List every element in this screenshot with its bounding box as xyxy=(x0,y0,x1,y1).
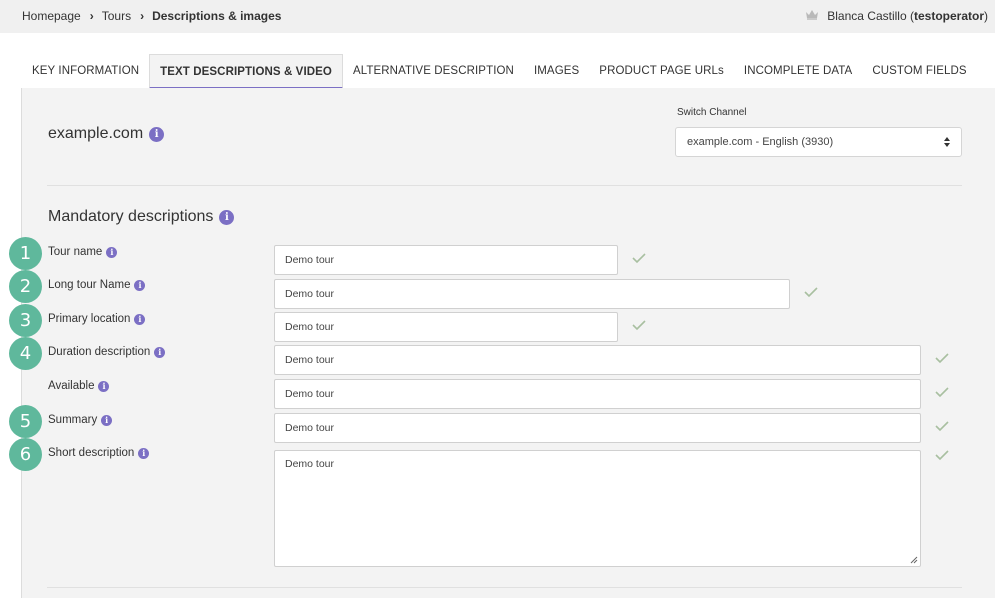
channel-select[interactable]: example.com - English (3930) xyxy=(675,127,962,157)
label-text: Available xyxy=(48,380,95,392)
checkmark-icon xyxy=(632,253,646,264)
field-label-available: Available i xyxy=(48,380,110,392)
info-icon[interactable]: i xyxy=(101,414,113,426)
chevron-right-icon: › xyxy=(140,9,145,23)
channel-site-title: example.com i xyxy=(48,125,165,143)
user-name: Blanca Castillo xyxy=(827,9,907,23)
tab-custom-fields[interactable]: CUSTOM FIELDS xyxy=(862,54,976,89)
short-description-value: Demo tour xyxy=(285,458,335,470)
tab-key-information[interactable]: KEY INFORMATION xyxy=(22,54,149,89)
info-icon[interactable]: i xyxy=(106,246,118,258)
info-icon[interactable]: i xyxy=(219,209,235,225)
info-icon[interactable]: i xyxy=(98,380,110,392)
tab-bar: KEY INFORMATION TEXT DESCRIPTIONS & VIDE… xyxy=(22,54,977,89)
info-icon[interactable]: i xyxy=(134,279,146,291)
breadcrumb-current: Descriptions & images xyxy=(152,9,282,23)
label-text: Duration description xyxy=(48,346,151,358)
label-text: Summary xyxy=(48,414,98,426)
step-badge-5: 5 xyxy=(9,405,42,438)
checkmark-icon xyxy=(935,421,949,432)
channel-select-value: example.com - English (3930) xyxy=(687,136,834,148)
label-text: Tour name xyxy=(48,246,103,258)
tab-alternative-description[interactable]: ALTERNATIVE DESCRIPTION xyxy=(343,54,524,89)
field-label-long-tour-name: Long tour Name i xyxy=(48,279,146,291)
step-badge-3: 3 xyxy=(9,304,42,337)
step-badge-4: 4 xyxy=(9,337,42,370)
divider xyxy=(47,185,962,186)
site-name: example.com xyxy=(48,125,144,142)
field-label-tour-name: Tour name i xyxy=(48,246,118,258)
section-title-text: Mandatory descriptions xyxy=(48,208,214,225)
tab-incomplete-data[interactable]: INCOMPLETE DATA xyxy=(734,54,862,89)
user-username: testoperator xyxy=(913,9,984,23)
long-tour-name-input[interactable]: Demo tour xyxy=(274,279,790,309)
field-label-summary: Summary i xyxy=(48,414,113,426)
info-icon[interactable]: i xyxy=(154,346,166,358)
section-title: Mandatory descriptions i xyxy=(48,208,235,226)
user-menu[interactable]: Blanca Castillo (testoperator) xyxy=(805,9,988,23)
checkmark-icon xyxy=(935,353,949,364)
tab-text-descriptions-video[interactable]: TEXT DESCRIPTIONS & VIDEO xyxy=(149,54,343,89)
step-badge-2: 2 xyxy=(9,270,42,303)
info-icon[interactable]: i xyxy=(134,313,146,325)
breadcrumb-homepage[interactable]: Homepage xyxy=(22,9,81,23)
chevron-right-icon: › xyxy=(89,9,94,23)
info-icon[interactable]: i xyxy=(138,447,150,459)
field-label-duration-description: Duration description i xyxy=(48,346,166,358)
user-name-text: Blanca Castillo (testoperator) xyxy=(827,9,988,23)
tour-name-input[interactable]: Demo tour xyxy=(274,245,618,275)
paren-close: ) xyxy=(984,9,988,23)
label-text: Primary location xyxy=(48,313,131,325)
top-bar: Homepage › Tours › Descriptions & images… xyxy=(0,0,995,33)
breadcrumb-tours[interactable]: Tours xyxy=(102,9,131,23)
checkmark-icon xyxy=(935,387,949,398)
info-icon[interactable]: i xyxy=(149,126,165,142)
tab-product-page-urls[interactable]: PRODUCT PAGE URLs xyxy=(589,54,734,89)
short-description-textarea[interactable]: Demo tour xyxy=(274,450,921,567)
checkmark-icon xyxy=(804,287,818,298)
available-input[interactable]: Demo tour xyxy=(274,379,921,409)
label-text: Short description xyxy=(48,447,135,459)
checkmark-icon xyxy=(632,320,646,331)
step-badge-6: 6 xyxy=(9,438,42,471)
breadcrumb: Homepage › Tours › Descriptions & images xyxy=(22,9,281,23)
divider xyxy=(47,587,962,588)
field-label-primary-location: Primary location i xyxy=(48,313,146,325)
resize-handle-icon[interactable] xyxy=(910,556,918,564)
field-label-short-description: Short description i xyxy=(48,447,150,459)
summary-input[interactable]: Demo tour xyxy=(274,413,921,443)
sort-arrows-icon xyxy=(944,137,950,147)
step-badge-1: 1 xyxy=(9,237,42,270)
switch-channel-label: Switch Channel xyxy=(677,107,747,118)
duration-description-input[interactable]: Demo tour xyxy=(274,345,921,375)
tab-images[interactable]: IMAGES xyxy=(524,54,589,89)
label-text: Long tour Name xyxy=(48,279,131,291)
checkmark-icon xyxy=(935,450,949,461)
crown-icon xyxy=(805,9,819,23)
primary-location-input[interactable]: Demo tour xyxy=(274,312,618,342)
